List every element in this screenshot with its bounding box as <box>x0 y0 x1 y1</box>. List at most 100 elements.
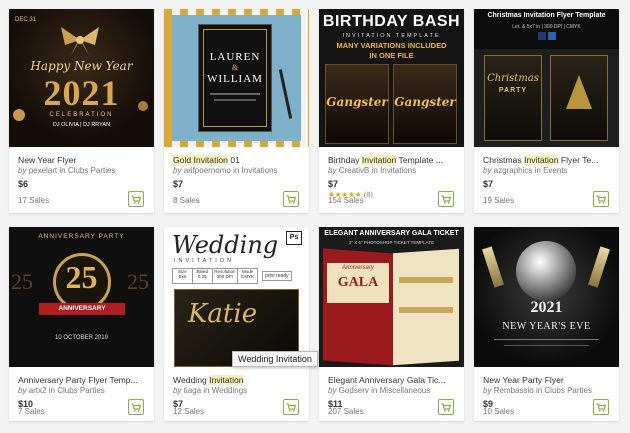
item-title[interactable]: Wedding Invitation <box>173 375 301 386</box>
add-to-cart-button[interactable] <box>128 399 144 415</box>
cart-icon <box>286 194 296 204</box>
item-title[interactable]: Anniversary Party Flyer Temp... <box>18 375 146 386</box>
item-thumbnail[interactable]: DEC 31 Happy New Year 2021 CELEBRATION D… <box>9 9 154 147</box>
author-link[interactable]: azgraphics <box>494 166 533 175</box>
item-thumbnail[interactable]: ANNIVERSARY PARTY 25 ANNIVERSARY 10 OCTO… <box>9 227 154 367</box>
item-info: New Year Party Flyer by Rembassio in Clu… <box>483 375 611 410</box>
item-title[interactable]: New Year Party Flyer <box>483 375 611 386</box>
thumb-headline: NEW YEAR'S EVE <box>502 321 591 332</box>
spec-table: Size 6x6 Bleed 0.25 Resolution 300 DPI Mode… <box>172 268 258 284</box>
spec-value: 6x6 <box>178 274 187 279</box>
spec-value: 0.25 <box>197 274 207 279</box>
add-to-cart-button[interactable] <box>283 191 299 207</box>
thumb-script: Gangster <box>326 95 388 109</box>
item-title[interactable]: New Year Flyer <box>18 155 146 166</box>
title-text: Wedding <box>173 375 210 385</box>
thumb-headline: Christmas Invitation Flyer Template <box>487 12 606 19</box>
item-price: $7 <box>483 179 494 189</box>
item-thumbnail[interactable]: Christmas Invitation Flyer Template Let.… <box>474 9 619 147</box>
author-link[interactable]: artx2 <box>29 386 47 395</box>
title-text: Flyer Te... <box>558 155 599 165</box>
category-link[interactable]: Clubs Parties <box>57 386 105 395</box>
side-number: 25 <box>11 269 33 294</box>
add-to-cart-button[interactable] <box>128 191 144 207</box>
title-text: Elegant Anniversary Gala Tic... <box>328 375 446 385</box>
category-link[interactable]: Weddings <box>212 386 247 395</box>
item-card[interactable]: Christmas Invitation Flyer Template Let.… <box>474 9 619 213</box>
item-card[interactable]: 2021 NEW YEAR'S EVE New Year Party Flyer… <box>474 227 619 421</box>
thumb-year: 2021 <box>43 73 120 113</box>
thumb-date: DEC 31 <box>15 17 37 23</box>
item-sales: 19 Sales <box>483 196 515 205</box>
item-sales: 17 Sales <box>18 196 50 205</box>
item-card[interactable]: LAUREN & WILLIAM Gold Invitation 01 by a… <box>164 9 309 213</box>
hover-tooltip: Wedding Invitation <box>232 351 318 367</box>
thumb-date: 10 OCTOBER 2019 <box>55 335 108 341</box>
print-ready-label: print ready <box>262 271 292 281</box>
add-to-cart-button[interactable] <box>593 191 609 207</box>
item-sales: 207 Sales <box>328 407 364 416</box>
item-byline: by arifpoernomo in Invitations <box>173 166 301 176</box>
item-thumbnail[interactable]: ELEGANT ANNIVERSARY GALA TICKET 2" X 6" … <box>319 227 464 367</box>
item-card[interactable]: ANNIVERSARY PARTY 25 ANNIVERSARY 10 OCTO… <box>9 227 154 421</box>
title-text: New Year Flyer <box>18 155 77 165</box>
item-card[interactable]: ELEGANT ANNIVERSARY GALA TICKET 2" X 6" … <box>319 227 464 421</box>
author-link[interactable]: tiaga <box>184 386 201 395</box>
category-link[interactable]: Clubs Parties <box>544 386 592 395</box>
item-thumbnail[interactable]: Wedding INVITATION Ps Size 6x6 Bleed 0.25 … <box>164 227 309 367</box>
item-sales: 7 Sales <box>18 407 45 416</box>
item-title[interactable]: Birthday Invitation Template ... <box>328 155 456 166</box>
item-thumbnail[interactable]: BIRTHDAY BASH INVITATION TEMPLATE MANY V… <box>319 9 464 147</box>
item-card[interactable]: Wedding INVITATION Ps Size 6x6 Bleed 0.25 … <box>164 227 309 421</box>
item-card[interactable]: DEC 31 Happy New Year 2021 CELEBRATION D… <box>9 9 154 213</box>
thumb-headline: Happy New Year <box>30 59 133 73</box>
item-card[interactable]: BIRTHDAY BASH INVITATION TEMPLATE MANY V… <box>319 9 464 213</box>
ticket-stripe <box>399 277 453 283</box>
category-link[interactable]: Invitations <box>242 166 278 175</box>
item-thumbnail[interactable]: 2021 NEW YEAR'S EVE <box>474 227 619 367</box>
rating-count: (8) <box>363 190 373 199</box>
in-label: in <box>371 166 378 175</box>
item-title[interactable]: Gold Invitation 01 <box>173 155 301 166</box>
ornament-ball <box>138 101 148 111</box>
thumb-specs: Let. & 5x7 in | 300 DPI | CMYK <box>512 24 581 30</box>
item-byline: by tiaga in Weddings <box>173 386 301 396</box>
title-highlight: Invitation <box>209 375 244 385</box>
category-link[interactable]: Events <box>543 166 567 175</box>
item-byline: by CreativB in Invitations <box>328 166 456 176</box>
thumb-gala: GALA <box>337 275 379 290</box>
item-price: $6 <box>18 179 29 189</box>
spec-value: 300 DPI <box>216 274 234 279</box>
author-link[interactable]: Rembassio <box>494 386 534 395</box>
category-link[interactable]: Clubs Parties <box>68 166 116 175</box>
item-title[interactable]: Elegant Anniversary Gala Tic... <box>328 375 456 386</box>
thumb-headline: ELEGANT ANNIVERSARY GALA TICKET <box>324 230 459 237</box>
category-link[interactable]: Miscellaneous <box>380 386 431 395</box>
cart-icon <box>286 402 296 412</box>
disco-ball-icon <box>516 241 576 301</box>
author-link[interactable]: CreativB <box>339 166 370 175</box>
item-byline: by Rembassio in Clubs Parties <box>483 386 611 396</box>
thumb-script: Gangster <box>394 95 456 109</box>
thumb-ribbon-text: ANNIVERSARY <box>58 305 106 312</box>
author-link[interactable]: Godserv <box>339 386 369 395</box>
add-to-cart-button[interactable] <box>283 399 299 415</box>
add-to-cart-button[interactable] <box>438 191 454 207</box>
item-title[interactable]: Christmas Invitation Flyer Te... <box>483 155 611 166</box>
add-to-cart-button[interactable] <box>438 399 454 415</box>
thumb-headline: Wedding <box>172 231 279 259</box>
item-info: Birthday Invitation Template ... by Crea… <box>328 155 456 199</box>
category-link[interactable]: Invitations <box>380 166 416 175</box>
author-link[interactable]: pexelart <box>29 166 57 175</box>
author-link[interactable]: arifpoernomo <box>184 166 231 175</box>
by-label: by <box>18 386 27 395</box>
champagne-glass-icon <box>482 246 504 288</box>
item-byline: by pexelart in Clubs Parties <box>18 166 146 176</box>
thumb-year: 2021 <box>530 299 563 316</box>
by-label: by <box>173 166 182 175</box>
item-thumbnail[interactable]: LAUREN & WILLIAM <box>164 9 309 147</box>
christmas-tree-icon <box>566 75 592 109</box>
add-to-cart-button[interactable] <box>593 399 609 415</box>
cart-icon <box>441 194 451 204</box>
cart-icon <box>131 402 141 412</box>
